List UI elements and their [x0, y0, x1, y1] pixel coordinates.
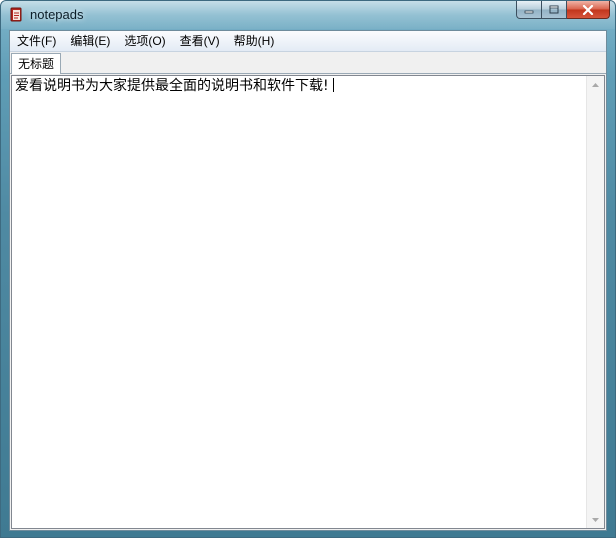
minimize-icon — [524, 10, 534, 13]
scroll-down-arrow-icon — [592, 517, 599, 522]
tab-strip-divider — [10, 73, 606, 74]
menu-options[interactable]: 选项(O) — [117, 31, 172, 51]
maximize-icon — [549, 5, 559, 14]
editor-line: 爱看说明书为大家提供最全面的说明书和软件下载! — [15, 78, 329, 94]
menu-bar: 文件(F) 编辑(E) 选项(O) 查看(V) 帮助(H) — [10, 31, 606, 52]
caption-buttons — [516, 1, 610, 21]
title-bar[interactable]: notepads — [1, 1, 615, 29]
scroll-up-arrow-icon — [592, 82, 599, 87]
scroll-up-button[interactable] — [587, 76, 604, 93]
client-area: 文件(F) 编辑(E) 选项(O) 查看(V) 帮助(H) 无标题 爱看说明书为… — [9, 30, 607, 531]
scroll-down-button[interactable] — [587, 511, 604, 528]
text-caret — [332, 78, 334, 92]
menu-view[interactable]: 查看(V) — [173, 31, 227, 51]
minimize-button[interactable] — [516, 1, 542, 19]
maximize-button[interactable] — [542, 1, 567, 19]
menu-help[interactable]: 帮助(H) — [227, 31, 282, 51]
notepad-icon — [10, 7, 22, 22]
tab-strip: 无标题 — [10, 52, 606, 74]
vertical-scrollbar[interactable] — [586, 76, 604, 528]
editor-content[interactable]: 爱看说明书为大家提供最全面的说明书和软件下载! — [15, 77, 582, 95]
window-title: notepads — [30, 7, 84, 22]
close-icon — [582, 4, 594, 15]
tab-untitled[interactable]: 无标题 — [11, 53, 62, 74]
menu-edit[interactable]: 编辑(E) — [63, 31, 117, 51]
close-button[interactable] — [567, 1, 610, 19]
menu-file[interactable]: 文件(F) — [10, 31, 63, 51]
text-editor[interactable]: 爱看说明书为大家提供最全面的说明书和软件下载! — [11, 75, 605, 529]
app-window: notepads 文件(F) 编辑(E) 选项(O) 查看(V) 帮助(H) 无… — [0, 0, 616, 538]
